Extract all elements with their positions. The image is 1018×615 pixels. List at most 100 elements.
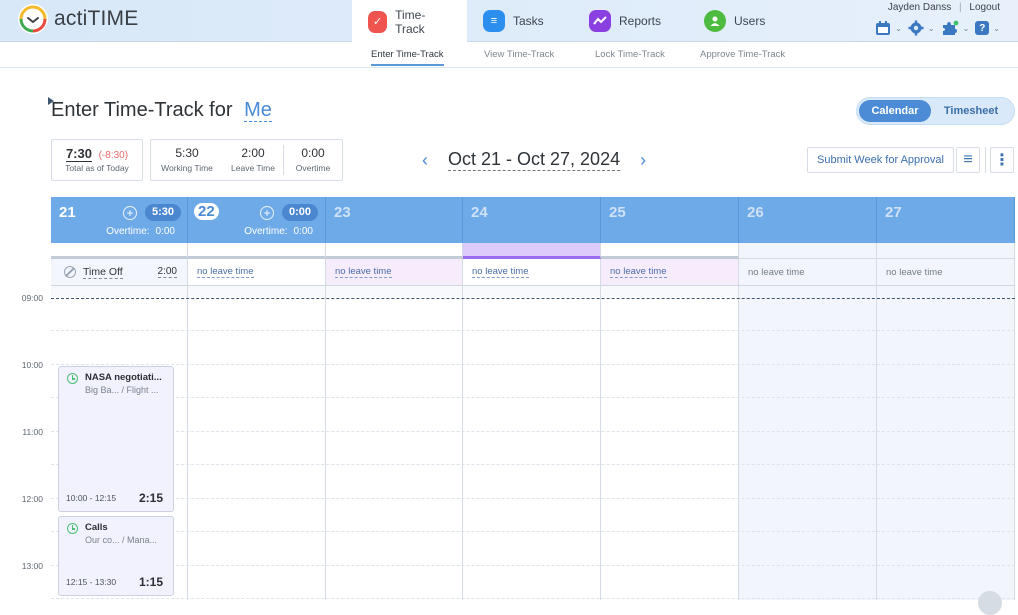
- grid-line: [51, 531, 1015, 532]
- grid-line: [51, 330, 1015, 331]
- total-label: Total as of Today: [65, 163, 129, 173]
- clock-icon: [67, 373, 78, 384]
- day-header-25: 25: [601, 197, 739, 243]
- day-column[interactable]: [326, 286, 463, 600]
- main-nav: ✓ Time-Track ≡ Tasks Reports Users: [352, 0, 788, 43]
- subtab-approve-time-track[interactable]: Approve Time-Track: [700, 49, 785, 60]
- no-leave-link[interactable]: no leave time: [610, 266, 667, 278]
- add-entry-icon[interactable]: +: [123, 206, 137, 220]
- day-strip: [739, 243, 877, 259]
- no-leave-link[interactable]: no leave time: [335, 266, 392, 278]
- chevron-down-icon: ⌄: [993, 23, 1000, 33]
- header-tools: ⌄ ⌄ ⌄ ? ⌄: [875, 20, 1000, 36]
- day-total: 0:00: [282, 204, 318, 221]
- time-off-icon: [64, 266, 76, 278]
- week-range[interactable]: Oct 21 - Oct 27, 2024: [448, 148, 621, 171]
- add-entry-icon[interactable]: +: [260, 206, 274, 220]
- scroll-to-top-button[interactable]: [978, 591, 1002, 615]
- no-leave-link[interactable]: no leave time: [472, 266, 529, 278]
- day-header-24: 24: [463, 197, 601, 243]
- day-number: 26: [747, 204, 764, 221]
- hour-label: 12:00: [21, 494, 43, 504]
- stat-label: Overtime: [295, 163, 331, 173]
- leave-cell-23: no leave time: [326, 259, 463, 286]
- timesheet-view-button[interactable]: Timesheet: [931, 100, 1011, 122]
- entry-duration: 1:15: [138, 575, 163, 589]
- logout-link[interactable]: Logout: [969, 2, 1000, 13]
- day-header-26: 26: [739, 197, 877, 243]
- puzzle-icon: [942, 20, 958, 35]
- app-logo[interactable]: actiTIME: [18, 4, 138, 34]
- addons-menu[interactable]: ⌄: [941, 20, 970, 36]
- more-options-icon[interactable]: ⋮: [990, 147, 1014, 173]
- day-column[interactable]: [877, 286, 1015, 600]
- day-header-21: 21 + 5:30 Overtime: 0:00: [51, 197, 188, 243]
- chart-line-icon: [589, 10, 611, 32]
- leave-cell-26: no leave time: [739, 259, 877, 286]
- subtab-view-time-track[interactable]: View Time-Track: [484, 49, 554, 60]
- divider: [985, 147, 986, 173]
- leave-cell-25: no leave time: [601, 259, 739, 286]
- time-entry[interactable]: NASA negotiati... Big Ba... / Flight ...…: [58, 366, 174, 512]
- time-stats: 5:30 Working Time 2:00 Leave Time 0:00 O…: [150, 139, 343, 181]
- grid-line: [51, 397, 1015, 398]
- chevron-down-icon: ⌄: [962, 23, 970, 33]
- list-icon: ≡: [483, 10, 505, 32]
- grid-line: [51, 430, 1015, 432]
- day-number: 21: [59, 204, 76, 221]
- tab-reports[interactable]: Reports: [573, 0, 688, 42]
- grid-line: [51, 497, 1015, 499]
- leave-cell-22: no leave time: [188, 259, 326, 286]
- overtime-label: Overtime:: [244, 226, 288, 237]
- stat-working-time: 5:30 Working Time: [151, 140, 223, 180]
- hour-label: 13:00: [21, 561, 43, 571]
- time-off-link[interactable]: Time Off: [83, 266, 123, 279]
- hour-label: 10:00: [21, 360, 43, 370]
- total-value[interactable]: 7:30: [65, 146, 92, 162]
- day-column[interactable]: [739, 286, 877, 600]
- stat-overtime: 0:00 Overtime: [284, 140, 342, 180]
- view-toggle: Calendar Timesheet: [856, 97, 1015, 125]
- calendar-icon: [876, 20, 891, 35]
- week-calendar: 21 + 5:30 Overtime: 0:00 22 + 0:00 Overti…: [51, 197, 1015, 600]
- user-name[interactable]: Jayden Danss: [888, 2, 951, 13]
- day-column[interactable]: [188, 286, 326, 600]
- settings-menu[interactable]: ⌄: [908, 20, 935, 36]
- entry-title: NASA negotiati...: [85, 372, 162, 383]
- no-leave-link[interactable]: no leave time: [197, 266, 254, 278]
- user-box: Jayden Danss | Logout: [888, 2, 1000, 13]
- day-header-23: 23: [326, 197, 463, 243]
- day-column[interactable]: [601, 286, 739, 600]
- time-entry[interactable]: Calls Our co... / Mana... 12:15 - 13:30 …: [58, 516, 174, 596]
- tab-tasks[interactable]: ≡ Tasks: [467, 0, 573, 42]
- leave-cell-24: no leave time: [463, 259, 601, 286]
- day-strip: [463, 243, 601, 259]
- chevron-right-icon[interactable]: ›: [636, 150, 650, 170]
- entry-subtitle: Big Ba... / Flight ...: [85, 385, 159, 395]
- subtab-enter-time-track[interactable]: Enter Time-Track: [371, 49, 444, 66]
- calendar-menu[interactable]: ⌄: [875, 20, 902, 36]
- tab-users[interactable]: Users: [688, 0, 788, 42]
- user-selector[interactable]: Me: [244, 99, 272, 122]
- tab-label: Time-Track: [395, 7, 426, 36]
- leave-cell-27: no leave time: [877, 259, 1015, 286]
- list-menu-icon[interactable]: ≡: [956, 147, 980, 173]
- entry-subtitle: Our co... / Mana...: [85, 535, 158, 545]
- tab-label: Tasks: [513, 14, 544, 28]
- time-off-value[interactable]: 2:00: [157, 266, 177, 278]
- page-title-prefix: Enter Time-Track for: [51, 99, 233, 121]
- submit-week-button[interactable]: Submit Week for Approval: [807, 147, 954, 173]
- chevron-left-icon[interactable]: ‹: [418, 150, 432, 170]
- calendar-view-button[interactable]: Calendar: [859, 100, 931, 122]
- gear-icon: [908, 20, 924, 36]
- chevron-down-icon: ⌄: [895, 23, 902, 33]
- day-column[interactable]: [463, 286, 601, 600]
- subtab-lock-time-track[interactable]: Lock Time-Track: [595, 49, 665, 60]
- grid-line: [51, 564, 1015, 566]
- no-leave-text: no leave time: [886, 266, 943, 278]
- tab-time-track[interactable]: ✓ Time-Track: [352, 0, 467, 43]
- help-menu[interactable]: ? ⌄: [975, 21, 1000, 35]
- separator: |: [959, 2, 962, 13]
- clock-icon: [67, 523, 78, 534]
- user-icon: [704, 10, 726, 32]
